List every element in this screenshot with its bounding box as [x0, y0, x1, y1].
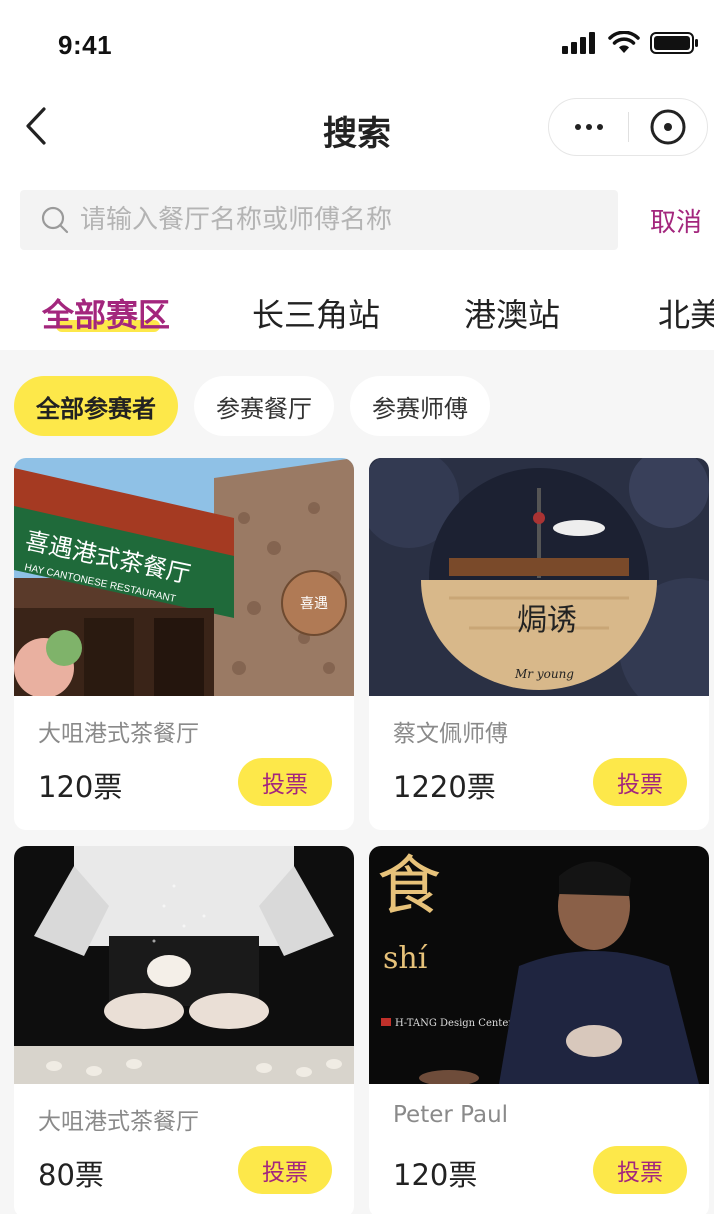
participant-name: 蔡文佩师傅 [393, 721, 508, 747]
poster-title-text: 食 [377, 850, 441, 924]
cellular-signal-icon [562, 32, 595, 54]
status-icons [562, 30, 700, 56]
vote-button[interactable]: 投票 [593, 758, 687, 806]
chef-dish-photo: 焗诱 Mr young [369, 458, 709, 696]
dough-photo [14, 846, 354, 1084]
status-time: 9:41 [58, 30, 113, 60]
search-icon [41, 206, 69, 234]
restaurant-plaque-text: 喜遇 [300, 596, 328, 612]
battery-icon [650, 32, 698, 54]
more-dot-icon [585, 124, 592, 130]
more-button[interactable] [549, 98, 628, 156]
participant-card[interactable]: 喜遇港式茶餐厅 HAY CANTONESE RESTAURANT 喜遇 大咀港式… [14, 458, 354, 830]
vote-count: 120票 [393, 1158, 478, 1192]
status-bar: 9:41 [0, 0, 714, 88]
search-box [20, 190, 618, 250]
vote-count: 80票 [38, 1158, 104, 1192]
vote-button[interactable]: 投票 [238, 758, 332, 806]
poster-caption-text: H-TANG Design Center [395, 1018, 513, 1029]
cancel-button[interactable]: 取消 [650, 202, 702, 239]
card-body: 蔡文佩师傅 1220票 投票 [369, 696, 709, 830]
dish-subtitle-text: Mr young [514, 667, 574, 681]
mini-program-capsule [548, 98, 708, 156]
restaurant-photo: 喜遇港式茶餐厅 HAY CANTONESE RESTAURANT 喜遇 [14, 458, 354, 696]
more-dot-icon [596, 124, 603, 130]
filter-chefs[interactable]: 参赛师傅 [350, 376, 490, 436]
results-area: 全部参赛者 参赛餐厅 参赛师傅 喜遇港式茶餐厅 HAY CANTONESE RE… [0, 350, 714, 1214]
chef-portrait-photo: 食 shí H-TANG Design Center [369, 846, 709, 1084]
tab-yangtze-delta[interactable]: 长三角站 [252, 290, 380, 336]
filter-restaurants[interactable]: 参赛餐厅 [194, 376, 334, 436]
region-tabs: 全部赛区 长三角站 港澳站 北美站 [0, 282, 714, 350]
close-circle-icon [650, 109, 686, 145]
card-body: 大咀港式茶餐厅 120票 投票 [14, 696, 354, 830]
vote-count: 120票 [38, 770, 123, 804]
card-body: Peter Paul 120票 投票 [369, 1084, 709, 1214]
participant-name: 大咀港式茶餐厅 [38, 721, 199, 747]
participant-name: 大咀港式茶餐厅 [38, 1109, 199, 1135]
filter-chips: 全部参赛者 参赛餐厅 参赛师傅 [14, 376, 490, 436]
filter-all-participants[interactable]: 全部参赛者 [14, 376, 178, 436]
vote-count: 1220票 [393, 770, 496, 804]
tab-hk-macau[interactable]: 港澳站 [464, 290, 560, 336]
card-body: 大咀港式茶餐厅 80票 投票 [14, 1084, 354, 1214]
participant-card[interactable]: 焗诱 Mr young 蔡文佩师傅 1220票 投票 [369, 458, 709, 830]
participant-name: Peter Paul [393, 1102, 509, 1128]
poster-subtitle-text: shí [383, 941, 428, 976]
search-row: 取消 [0, 190, 714, 250]
wifi-icon [608, 31, 640, 53]
tab-north-america[interactable]: 北美站 [658, 290, 714, 336]
search-input[interactable] [80, 205, 600, 235]
nav-bar: 搜索 [0, 88, 714, 166]
vote-button[interactable]: 投票 [238, 1146, 332, 1194]
dish-title-text: 焗诱 [517, 603, 577, 638]
participant-card[interactable]: 大咀港式茶餐厅 80票 投票 [14, 846, 354, 1214]
more-dot-icon [574, 124, 581, 130]
vote-button[interactable]: 投票 [593, 1146, 687, 1194]
close-miniprogram-button[interactable] [629, 98, 707, 156]
participant-card[interactable]: 食 shí H-TANG Design Center Peter Paul 12… [369, 846, 709, 1214]
tab-all-regions[interactable]: 全部赛区 [42, 290, 170, 336]
